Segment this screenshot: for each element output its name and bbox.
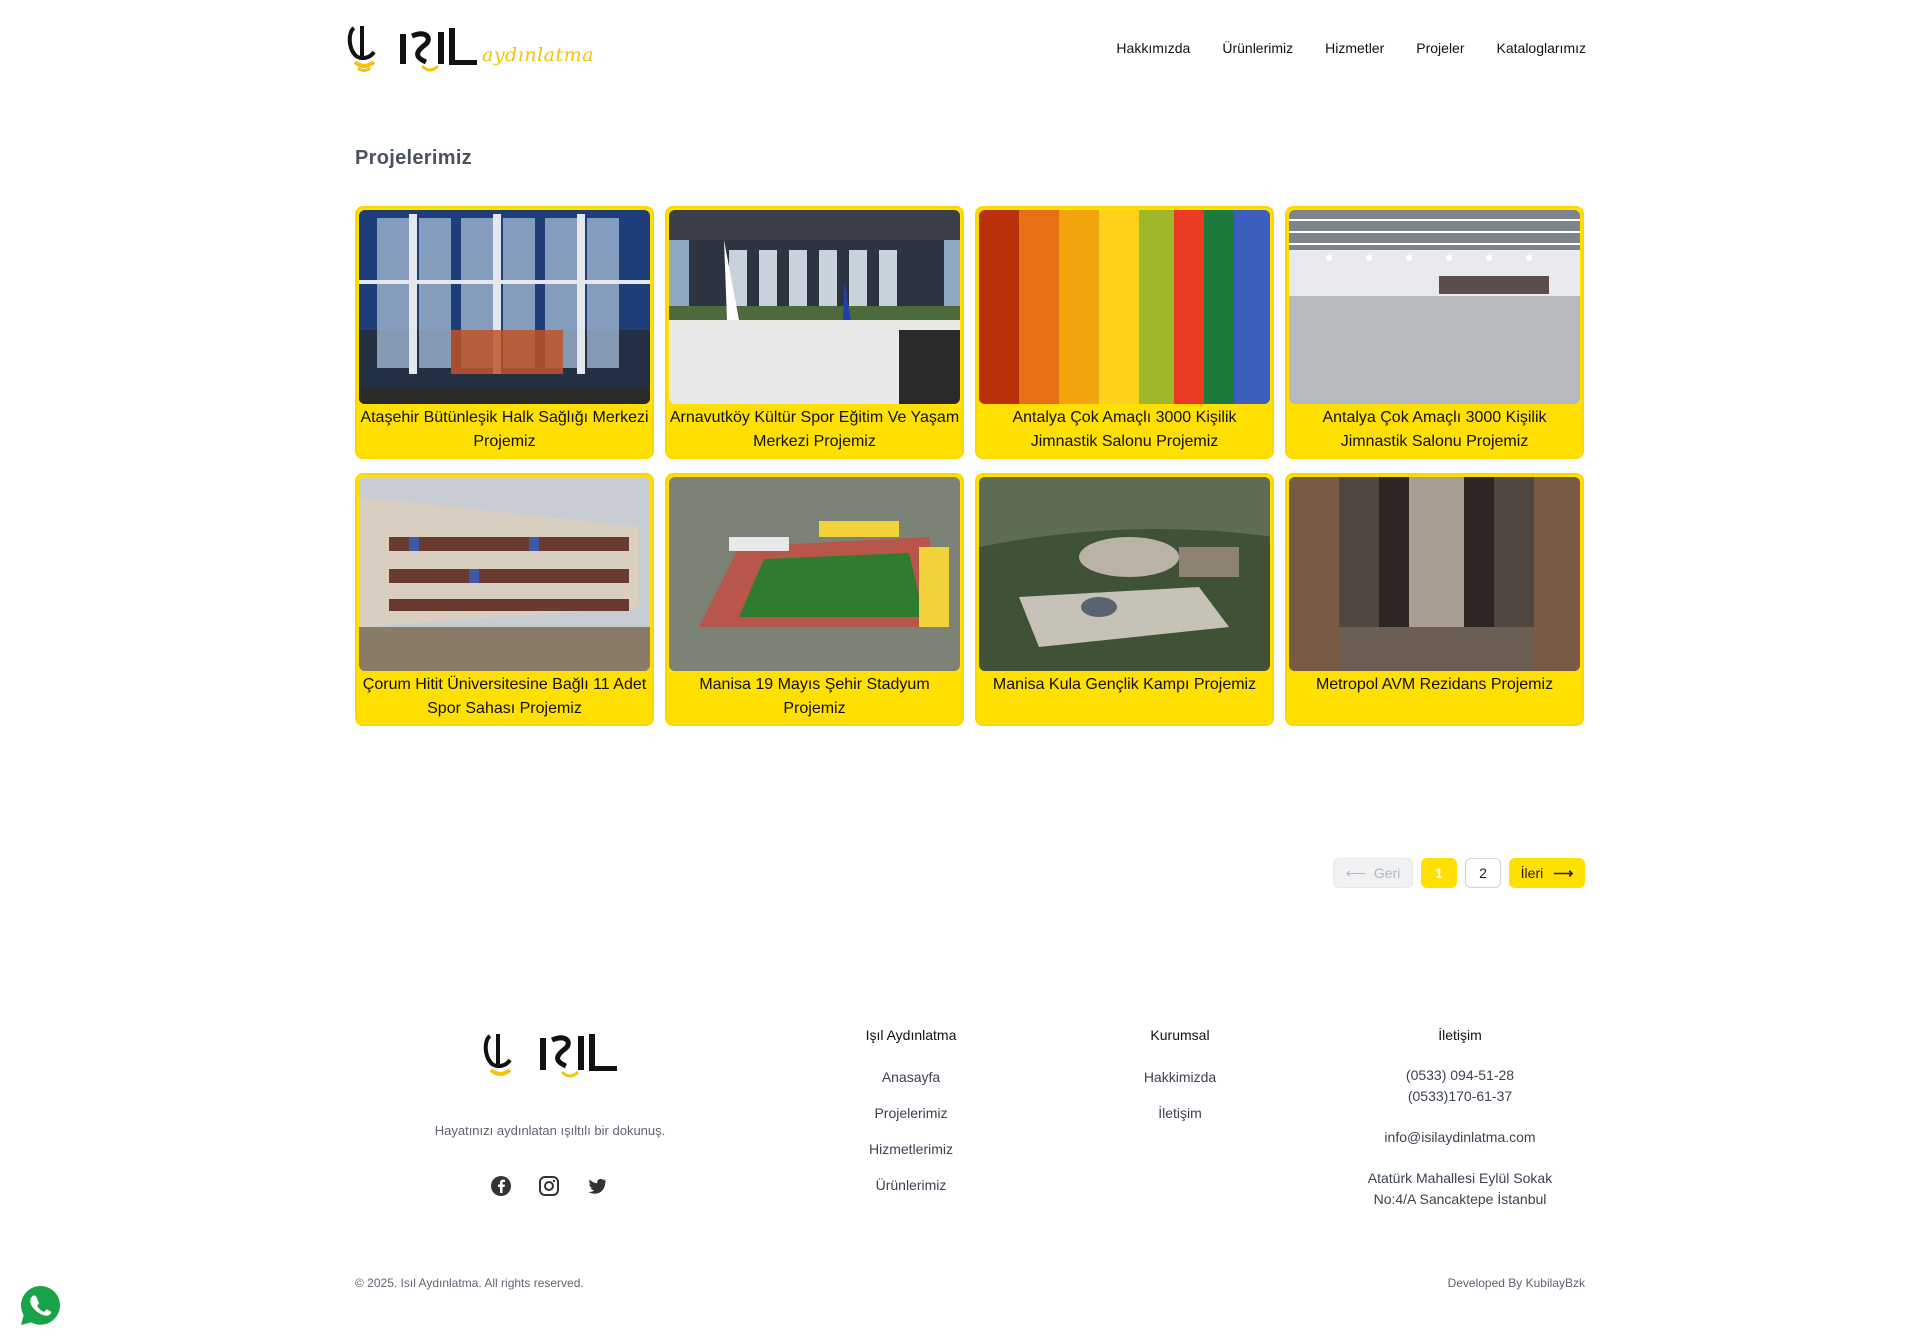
footer-col-title: Kurumsal (1150, 1027, 1210, 1043)
footer-link-iletisim[interactable]: İletişim (1130, 1105, 1230, 1121)
project-card[interactable]: Manisa 19 Mayıs Şehir Stadyum Projemiz (665, 473, 964, 726)
footer-tagline: Hayatınızı aydınlatan ışıltılı bir dokun… (434, 1123, 666, 1138)
project-card[interactable]: Arnavutköy Kültür Spor Eğitim Ve Yaşam M… (665, 206, 964, 459)
project-card[interactable]: Antalya Çok Amaçlı 3000 Kişilik Jimnasti… (975, 206, 1274, 459)
email[interactable]: info@isilaydinlatma.com (1355, 1127, 1565, 1148)
site-logo[interactable]: aydınlatma (346, 22, 593, 80)
project-image (669, 477, 960, 671)
page-title: Projelerimiz (355, 147, 472, 169)
project-card[interactable]: Antalya Çok Amaçlı 3000 Kişilik Jimnasti… (1285, 206, 1584, 459)
nav-hizmetler[interactable]: Hizmetler (1325, 40, 1384, 56)
footer-link-projelerimiz[interactable]: Projelerimiz (840, 1105, 982, 1121)
project-image (669, 210, 960, 404)
copyright: © 2025. Isıl Aydınlatma. All rights rese… (355, 1276, 584, 1290)
main-nav: Hakkımızda Ürünlerimiz Hizmetler Projele… (1116, 40, 1586, 56)
project-caption: Antalya Çok Amaçlı 3000 Kişilik Jimnasti… (1322, 409, 1547, 450)
project-card[interactable]: Metropol AVM Rezidans Projemiz (1285, 473, 1584, 726)
address-line-1: Atatürk Mahallesi Eylül Sokak (1367, 1170, 1553, 1186)
site-header: aydınlatma Hakkımızda Ürünlerimiz Hizmet… (346, 18, 1586, 78)
project-image (1289, 210, 1580, 404)
instagram-icon[interactable] (538, 1175, 560, 1197)
lightbulb-logo-icon (483, 1034, 617, 1078)
lightbulb-logo-icon (347, 26, 477, 72)
footer-link-hizmetlerimiz[interactable]: Hizmetlerimiz (840, 1141, 982, 1157)
nav-hakkimizda[interactable]: Hakkımızda (1116, 40, 1190, 56)
logo-subtitle: aydınlatma (482, 44, 594, 66)
whatsapp-icon[interactable] (18, 1283, 63, 1328)
phone-2[interactable]: (0533)170-61-37 (1355, 1086, 1565, 1107)
nav-urunlerimiz[interactable]: Ürünlerimiz (1222, 40, 1293, 56)
project-image (1289, 477, 1580, 671)
project-card[interactable]: Çorum Hitit Üniversitesine Bağlı 11 Adet… (355, 473, 654, 726)
project-caption: Antalya Çok Amaçlı 3000 Kişilik Jimnasti… (1012, 409, 1237, 450)
arrow-left-icon: ⟵ (1345, 864, 1366, 881)
project-caption: Ataşehir Bütünleşik Halk Sağlığı Merkezi… (360, 409, 649, 450)
project-image (359, 210, 650, 404)
footer-link-urunlerimiz[interactable]: Ürünlerimiz (840, 1177, 982, 1193)
project-image (979, 210, 1270, 404)
phone-1[interactable]: (0533) 094-51-28 (1355, 1065, 1565, 1086)
footer-col-company: Işıl Aydınlatma Anasayfa Projelerimiz Hi… (840, 1027, 982, 1213)
page-1-button[interactable]: 1 (1421, 858, 1457, 888)
nav-projeler[interactable]: Projeler (1416, 40, 1464, 56)
address-line-2: No:4/A Sancaktepe İstanbul (1373, 1191, 1547, 1207)
twitter-icon[interactable] (586, 1175, 608, 1197)
next-button[interactable]: İleri ⟶ (1509, 858, 1585, 888)
footer-link-hakkimizda[interactable]: Hakkimizda (1130, 1069, 1230, 1085)
next-label: İleri (1520, 865, 1544, 881)
prev-label: Geri (1373, 865, 1401, 881)
footer-col-contact: İletişim (0533) 094-51-28 (0533)170-61-3… (1355, 1027, 1565, 1210)
project-caption: Manisa Kula Gençlik Kampı Projemiz (992, 676, 1257, 693)
project-caption: Manisa 19 Mayıs Şehir Stadyum Projemiz (699, 676, 930, 717)
footer-col-title: Işıl Aydınlatma (865, 1027, 957, 1043)
footer-link-anasayfa[interactable]: Anasayfa (840, 1069, 982, 1085)
nav-kataloglarimiz[interactable]: Kataloglarımız (1497, 40, 1586, 56)
project-caption: Arnavutköy Kültür Spor Eğitim Ve Yaşam M… (669, 409, 960, 450)
project-card[interactable]: Ataşehir Bütünleşik Halk Sağlığı Merkezi… (355, 206, 654, 459)
social-links (490, 1175, 608, 1197)
project-card[interactable]: Manisa Kula Gençlik Kampı Projemiz (975, 473, 1274, 726)
project-image (359, 477, 650, 671)
pagination: ⟵ Geri 1 2 İleri ⟶ (1333, 858, 1585, 888)
footer-logo[interactable] (482, 1030, 622, 1087)
facebook-icon[interactable] (490, 1175, 512, 1197)
arrow-right-icon: ⟶ (1553, 864, 1574, 881)
prev-button[interactable]: ⟵ Geri (1333, 858, 1413, 888)
page-2-button[interactable]: 2 (1465, 858, 1501, 888)
project-caption: Çorum Hitit Üniversitesine Bağlı 11 Adet… (362, 676, 647, 717)
project-caption: Metropol AVM Rezidans Projemiz (1315, 676, 1554, 693)
projects-grid: Ataşehir Bütünleşik Halk Sağlığı Merkezi… (355, 206, 1585, 726)
footer-col-title: İletişim (1438, 1027, 1482, 1043)
project-image (979, 477, 1270, 671)
developer-credit[interactable]: Developed By KubilayBzk (1448, 1276, 1585, 1290)
footer-col-kurumsal: Kurumsal Hakkimizda İletişim (1130, 1027, 1230, 1141)
